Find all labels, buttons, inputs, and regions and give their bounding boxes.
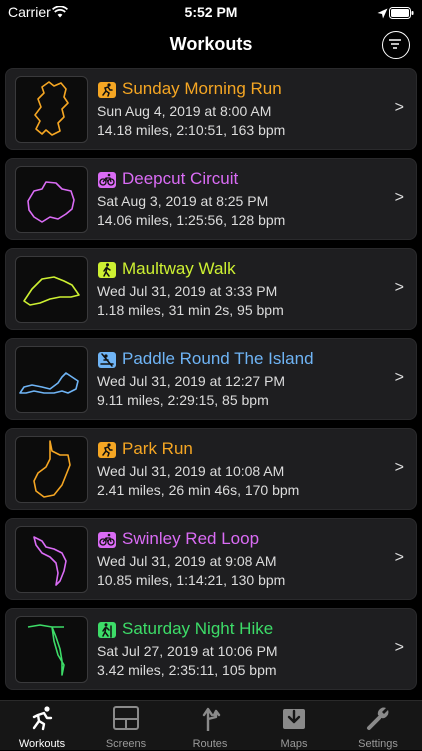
battery-icon [389,6,414,22]
workout-date: Wed Jul 31, 2019 at 12:27 PM [97,373,286,389]
tab-settings[interactable]: Settings [336,701,420,751]
status-bar: Carrier 5:52 PM [0,0,422,24]
workout-title: Deepcut Circuit [122,169,239,188]
hiking-icon [98,622,116,638]
workout-date: Wed Jul 31, 2019 at 9:08 AM [97,553,277,569]
tab-maps[interactable]: Maps [252,701,336,751]
tab-routes[interactable]: Routes [168,701,252,751]
tab-workouts[interactable]: Workouts [0,701,84,751]
workout-card[interactable]: Swinley Red Loop Wed Jul 31, 2019 at 9:0… [5,518,417,600]
workout-stats: 1.18 miles, 31 min 2s, 95 bpm [97,302,284,318]
workout-date: Wed Jul 31, 2019 at 10:08 AM [97,463,285,479]
route-thumbnail [15,256,88,323]
chevron-right-icon: > [394,189,404,206]
workout-title: Maultway Walk [122,259,236,278]
workout-date: Wed Jul 31, 2019 at 3:33 PM [97,283,278,299]
settings-icon [364,705,392,731]
workout-stats: 3.42 miles, 2:35:11, 105 bpm [97,662,277,678]
navigation-bar: Workouts [0,24,422,66]
workout-stats: 9.11 miles, 2:29:15, 85 bpm [97,392,269,408]
workout-card[interactable]: Sunday Morning Run Sun Aug 4, 2019 at 8:… [5,68,417,150]
workout-list[interactable]: Sunday Morning Run Sun Aug 4, 2019 at 8:… [5,68,417,698]
page-title: Workouts [169,34,253,54]
route-thumbnail [15,166,88,233]
workout-card[interactable]: Paddle Round The Island Wed Jul 31, 2019… [5,338,417,420]
paddling-icon [98,352,116,368]
walking-icon [98,262,116,278]
workout-stats: 10.85 miles, 1:14:21, 130 bpm [97,572,286,588]
clock: 5:52 PM [184,4,238,20]
chevron-right-icon: > [394,639,404,656]
location-icon [377,6,388,22]
workout-card[interactable]: Maultway Walk Wed Jul 31, 2019 at 3:33 P… [5,248,417,330]
tab-label: Maps [280,738,308,750]
tab-label: Screens [105,738,147,750]
route-thumbnail [15,616,88,683]
workout-stats: 14.06 miles, 1:25:56, 128 bpm [97,212,286,228]
running-icon [98,442,116,458]
tab-label: Routes [192,738,228,750]
workout-stats: 14.18 miles, 2:10:51, 163 bpm [97,122,286,138]
route-thumbnail [15,526,88,593]
route-thumbnail [15,346,88,413]
workout-stats: 2.41 miles, 26 min 46s, 170 bpm [97,482,300,498]
workout-title: Saturday Night Hike [122,619,274,638]
cycling-icon [98,172,116,188]
chevron-right-icon: > [394,279,404,296]
workout-date: Sat Jul 27, 2019 at 10:06 PM [97,643,278,659]
chevron-right-icon: > [394,369,404,386]
workout-date: Sun Aug 4, 2019 at 8:00 AM [97,103,272,119]
workout-card[interactable]: Park Run Wed Jul 31, 2019 at 10:08 AM 2.… [5,428,417,510]
workout-title: Swinley Red Loop [122,529,260,548]
route-thumbnail [15,76,88,143]
tab-bar: Workouts Screens Routes Maps Settings [0,700,422,750]
workout-date: Sat Aug 3, 2019 at 8:25 PM [97,193,269,209]
chevron-right-icon: > [394,99,404,116]
runner-icon [28,705,56,731]
workout-title: Sunday Morning Run [122,79,282,98]
chevron-right-icon: > [394,549,404,566]
screens-icon [112,705,140,731]
running-icon [98,82,116,98]
workout-card[interactable]: Deepcut Circuit Sat Aug 3, 2019 at 8:25 … [5,158,417,240]
cycling-icon [98,532,116,548]
route-thumbnail [15,436,88,503]
tab-label: Settings [358,738,398,750]
workout-title: Paddle Round The Island [122,349,314,368]
chevron-right-icon: > [394,459,404,476]
workout-card[interactable]: Saturday Night Hike Sat Jul 27, 2019 at … [5,608,417,690]
filter-button[interactable] [382,31,410,59]
tab-label: Workouts [18,738,66,750]
maps-icon [280,705,308,731]
routes-icon [196,705,224,733]
tab-screens[interactable]: Screens [84,701,168,751]
workout-title: Park Run [122,439,193,458]
